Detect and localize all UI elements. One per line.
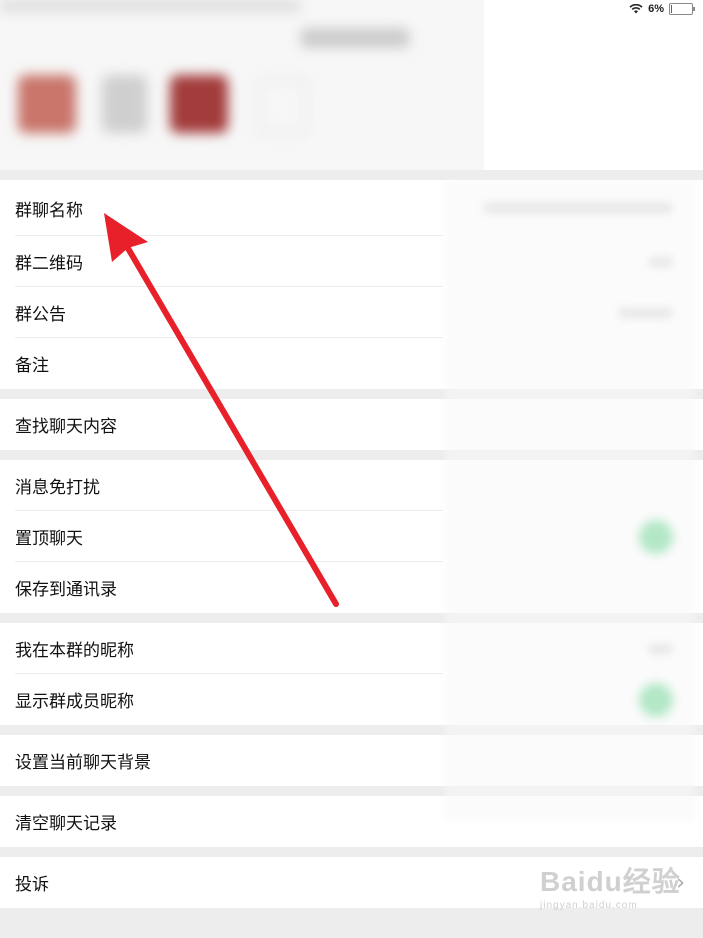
baidu-watermark: Baidu经验 jingyan.baidu.com [540,860,681,911]
annotation-arrow [104,213,339,607]
watermark-url: jingyan.baidu.com [540,900,638,911]
watermark-logo: Baidu经验 [540,866,681,897]
